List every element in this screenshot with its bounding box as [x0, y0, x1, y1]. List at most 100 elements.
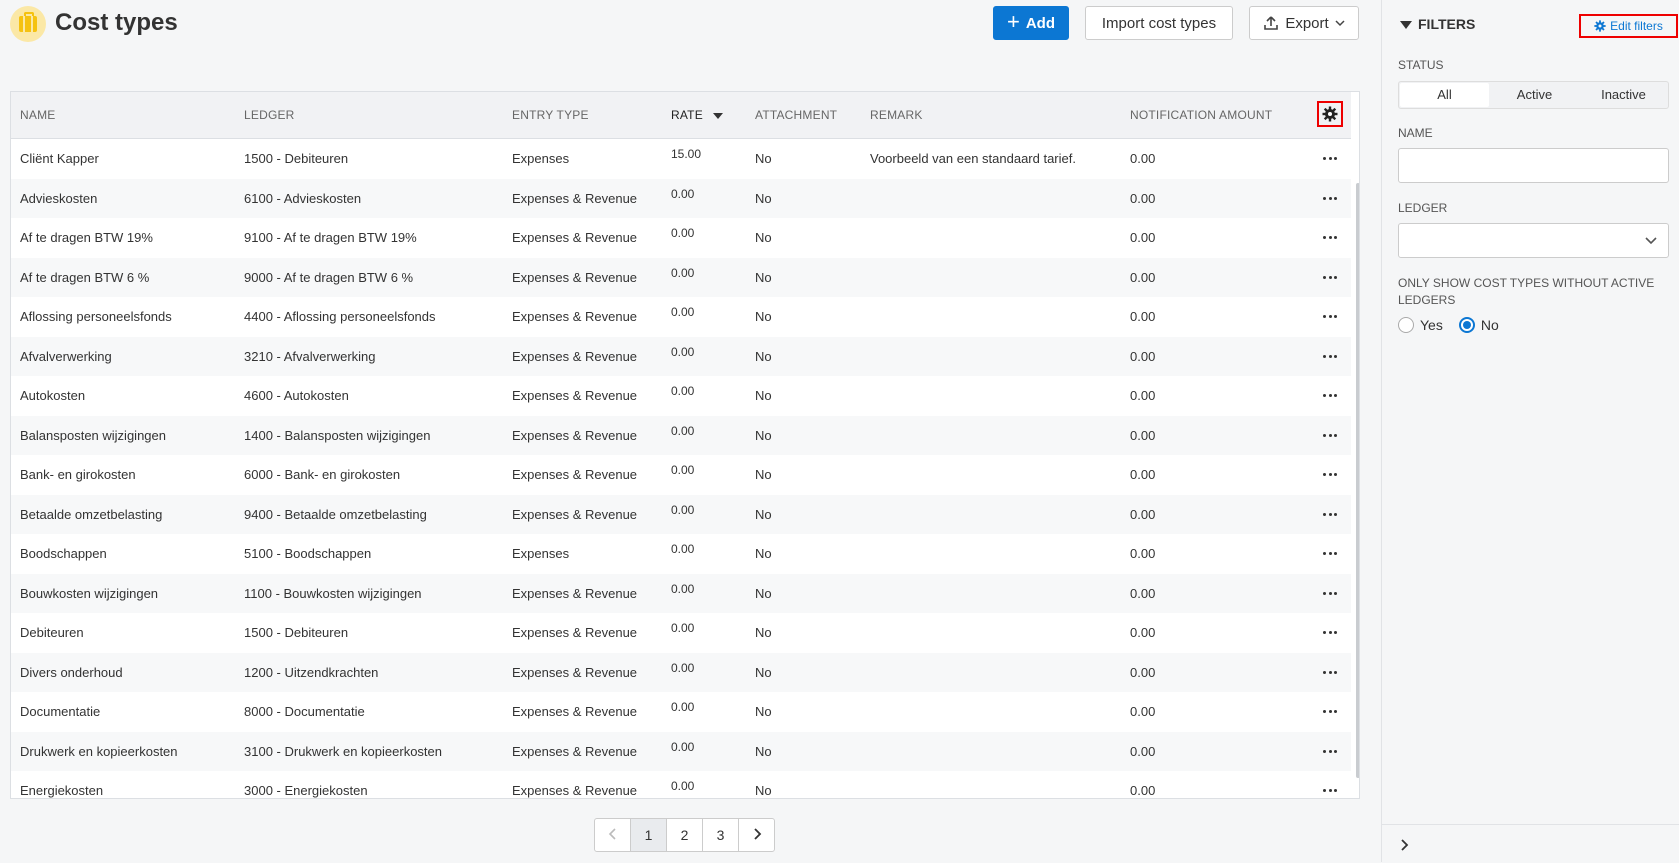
table-row[interactable]: Drukwerk en kopieerkosten 3100 - Drukwerk… — [11, 731, 1351, 771]
ledger-filter-select[interactable] — [1398, 223, 1669, 258]
row-actions-menu-icon[interactable] — [1323, 749, 1337, 754]
cell-attachment: No — [755, 230, 772, 245]
row-actions-menu-icon[interactable] — [1323, 670, 1337, 675]
page-1-button[interactable]: 1 — [631, 819, 667, 851]
table-row[interactable]: Bank- en girokosten 6000 - Bank- en girok… — [11, 455, 1351, 495]
row-actions-menu-icon[interactable] — [1323, 275, 1337, 280]
row-actions-menu-icon[interactable] — [1323, 433, 1337, 438]
previous-page-button[interactable] — [595, 819, 631, 851]
cell-ledger: 1200 - Uitzendkrachten — [244, 664, 379, 680]
table-row[interactable]: Aflossing personeelsfonds 4400 - Aflossin… — [11, 297, 1351, 337]
cell-notification-amount: 0.00 — [1130, 151, 1156, 166]
row-actions-menu-icon[interactable] — [1323, 315, 1337, 319]
table-row[interactable]: Autokosten 4600 - Autokosten Expenses & Re… — [11, 376, 1351, 416]
table-row[interactable]: Advieskosten 6100 - Advieskosten Expenses … — [11, 178, 1351, 218]
radio-no-label: No — [1480, 317, 1499, 333]
name-filter-input[interactable] — [1399, 149, 1668, 182]
import-cost-types-button[interactable]: Import cost types — [1085, 6, 1233, 40]
radio-yes[interactable] — [1398, 317, 1414, 333]
row-actions-menu-icon[interactable] — [1323, 512, 1337, 517]
row-actions-menu-icon[interactable] — [1323, 552, 1337, 556]
table-row[interactable]: Divers onderhoud 1200 - Uitzendkrachten Ex… — [11, 652, 1351, 692]
row-actions-menu-icon[interactable] — [1323, 591, 1337, 596]
main-area: Cost types + Add Import cost types Expor… — [0, 0, 1381, 862]
row-actions-menu-icon[interactable] — [1323, 354, 1337, 359]
table-row[interactable]: Balansposten wijzigingen 1400 - Balanspos… — [11, 415, 1351, 455]
export-button[interactable]: Export — [1249, 6, 1359, 40]
cell-rate: 0.00 — [671, 780, 695, 793]
row-actions-menu-icon[interactable] — [1323, 473, 1337, 477]
name-filter-label: NAME — [1398, 126, 1433, 140]
add-button-label: Add — [1025, 14, 1056, 32]
cell-attachment: No — [755, 704, 772, 719]
cell-ledger: 9400 - Betaalde omzetbelasting — [244, 506, 427, 522]
column-header-remark[interactable]: REMARK — [870, 92, 923, 138]
cell-attachment: No — [755, 388, 772, 403]
cell-attachment: No — [755, 664, 772, 680]
table-row[interactable]: Af te dragen BTW 19% 9100 - Af te dragen … — [11, 218, 1351, 258]
column-header-rate[interactable]: RATE — [671, 92, 723, 138]
name-filter-field — [1398, 148, 1669, 183]
cell-entry-type: Expenses & Revenue — [512, 427, 638, 443]
cell-notification-amount: 0.00 — [1130, 309, 1156, 324]
cell-ledger: 4400 - Aflossing personeelsfonds — [244, 309, 436, 324]
chevron-right-icon[interactable] — [1400, 838, 1410, 852]
add-button[interactable]: + Add — [993, 6, 1069, 40]
column-header-entry-type[interactable]: ENTRY TYPE — [512, 92, 589, 138]
cell-entry-type: Expenses & Revenue — [512, 783, 638, 798]
status-option-active[interactable]: Active — [1490, 82, 1579, 108]
cell-attachment: No — [755, 743, 772, 759]
row-actions-menu-icon[interactable] — [1323, 196, 1337, 201]
column-header-name[interactable]: NAME — [20, 92, 55, 138]
table-scrollbar[interactable] — [1356, 183, 1359, 778]
row-actions-menu-icon[interactable] — [1323, 631, 1337, 635]
row-actions-menu-icon[interactable] — [1323, 789, 1337, 793]
column-header-attachment[interactable]: ATTACHMENT — [755, 92, 837, 138]
cell-ledger: 1100 - Bouwkosten wijzigingen — [244, 585, 422, 601]
table-row[interactable]: Af te dragen BTW 6 % 9000 - Af te dragen … — [11, 257, 1351, 297]
edit-filters-button[interactable]: Edit filters — [1579, 14, 1678, 38]
filters-panel: FILTERS Edit filters STATUS All Active I… — [1381, 0, 1679, 862]
chevron-down-icon — [1335, 20, 1345, 27]
cell-name: Betaalde omzetbelasting — [20, 506, 163, 522]
row-actions-menu-icon[interactable] — [1323, 236, 1337, 240]
cell-name: Cliënt Kapper — [20, 151, 99, 166]
cell-notification-amount: 0.00 — [1130, 230, 1156, 245]
cell-name: Afvalverwerking — [20, 348, 112, 364]
cell-notification-amount: 0.00 — [1130, 348, 1156, 364]
table-row[interactable]: Cliënt Kapper 1500 - Debiteuren Expenses 15… — [11, 139, 1351, 179]
column-header-notification-amount[interactable]: NOTIFICATION AMOUNT — [1130, 92, 1272, 138]
next-page-button[interactable] — [739, 819, 774, 851]
cell-name: Balansposten wijzigingen — [20, 427, 166, 443]
status-option-all[interactable]: All — [1400, 83, 1489, 107]
table-row[interactable]: Afvalverwerking 3210 - Afvalverwerking Exp… — [11, 336, 1351, 376]
cell-name: Bouwkosten wijzigingen — [20, 585, 159, 601]
filters-title-label: FILTERS — [1418, 16, 1476, 32]
table-row[interactable]: Energiekosten 3000 - Energiekosten Expense… — [11, 771, 1351, 798]
briefcase-icon — [10, 6, 46, 42]
ledger-filter-label: LEDGER — [1398, 201, 1448, 215]
radio-no[interactable] — [1458, 317, 1475, 333]
page-2-button[interactable]: 2 — [667, 819, 703, 851]
row-actions-menu-icon[interactable] — [1323, 394, 1337, 398]
cell-entry-type: Expenses — [512, 151, 570, 166]
status-option-inactive[interactable]: Inactive — [1579, 82, 1668, 108]
cell-entry-type: Expenses & Revenue — [512, 704, 638, 719]
table-row[interactable]: Boodschappen 5100 - Boodschappen Expenses 0… — [11, 534, 1351, 574]
cell-entry-type: Expenses & Revenue — [512, 585, 638, 601]
column-header-ledger[interactable]: LEDGER — [244, 92, 295, 138]
sort-descending-icon — [712, 112, 723, 119]
cell-notification-amount: 0.00 — [1130, 427, 1156, 443]
page-3-button[interactable]: 3 — [703, 819, 739, 851]
filters-title: FILTERS — [1400, 16, 1475, 32]
cell-ledger: 4600 - Autokosten — [244, 388, 349, 403]
row-actions-menu-icon[interactable] — [1323, 710, 1337, 714]
table-row[interactable]: Betaalde omzetbelasting 9400 - Betaalde o… — [11, 494, 1351, 534]
gear-icon — [1594, 20, 1606, 32]
column-settings-button[interactable] — [1317, 101, 1343, 127]
row-actions-menu-icon[interactable] — [1323, 157, 1337, 161]
table-row[interactable]: Debiteuren 1500 - Debiteuren Expenses & Re… — [11, 613, 1351, 653]
table-row[interactable]: Bouwkosten wijzigingen 1100 - Bouwkosten … — [11, 573, 1351, 613]
table-row[interactable]: Documentatie 8000 - Documentatie Expenses … — [11, 692, 1351, 732]
cell-notification-amount: 0.00 — [1130, 467, 1156, 482]
